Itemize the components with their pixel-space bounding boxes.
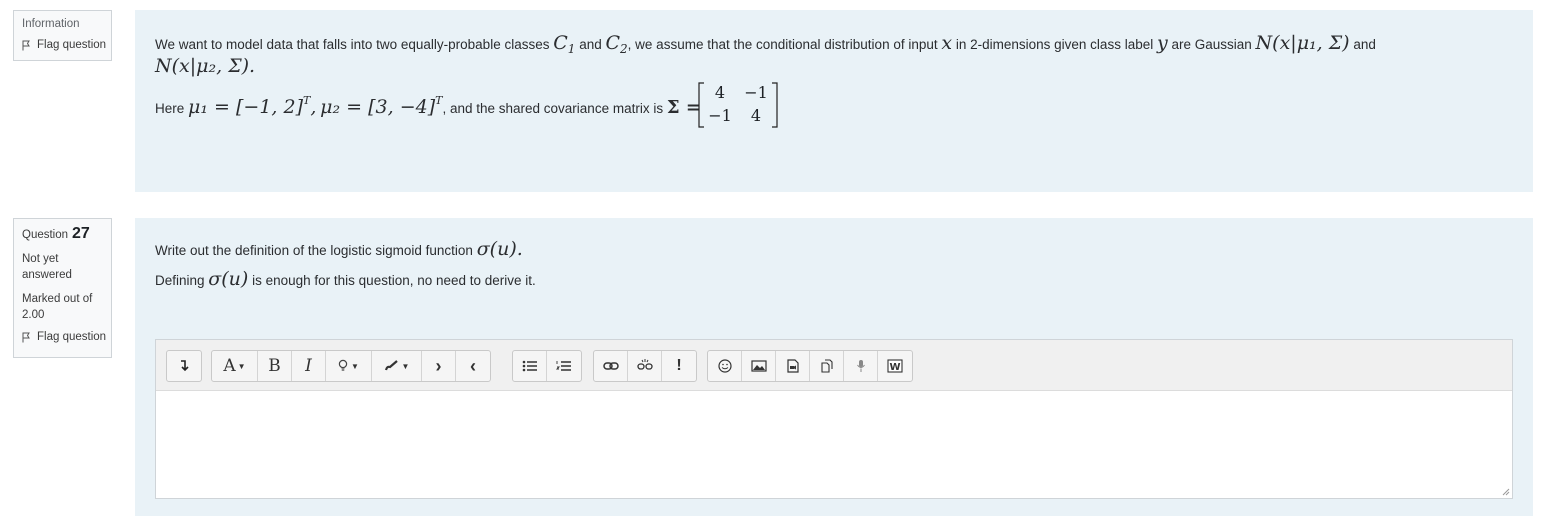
flag-question-link[interactable]: Flag question [22,39,111,51]
question-content: Write out the definition of the logistic… [135,218,1533,516]
exclamation-icon: ! [676,357,682,374]
word-import-button[interactable]: W [878,351,912,381]
here-label: Here [155,101,185,116]
toolbar-group-2: A ▼ B I ▼ ▼ › ‹ [211,350,491,382]
info-line-1: We want to model data that falls into tw… [155,32,1376,56]
indent-icon: › [435,355,442,376]
bold-icon: B [268,356,281,376]
link-icon [602,362,619,370]
editor-toolbar: A ▼ B I ▼ ▼ › ‹ ! W [156,340,1512,391]
chevron-down-icon: ▼ [351,361,359,371]
class-c1: C1 [553,32,576,56]
prompt-line-1: Write out the definition of the logistic… [155,238,523,260]
lightbulb-icon [338,359,348,371]
bold-button[interactable]: B [258,351,292,381]
matrix-cell-11: 4 [714,83,726,102]
info-content: We want to model data that falls into tw… [135,10,1533,192]
info-line-2: N(x|μ₂, Σ). [155,55,255,77]
chevron-down-icon: ▼ [237,361,246,371]
gaussian-2: N(x|μ₂, Σ). [155,55,256,77]
question-number: 27 [72,225,90,242]
question-label: Question [22,229,69,241]
media-icon [786,359,799,373]
image-icon [750,360,767,372]
matrix-cell-22: 4 [750,106,762,125]
question-marked: Marked out of 2.00 [22,293,93,321]
outdent-icon: ‹ [470,355,476,376]
svg-text:W: W [890,362,901,373]
info-and-1: and [579,37,602,52]
prompt-line-2: Defining σ(u) is enough for this questio… [155,268,536,290]
answer-text-area[interactable] [156,391,1512,499]
info-text-a: We want to model data that falls into tw… [155,37,550,52]
matrix-cell-21: −1 [708,106,732,125]
resize-handle-icon[interactable] [1500,486,1510,496]
toolbar-group-1 [166,350,202,382]
unordered-list-icon [522,360,537,372]
label-y: y [1156,32,1168,54]
sigma-equals: Σ = [666,97,701,118]
show-more-button[interactable] [167,351,201,381]
manage-files-icon [820,359,833,373]
answer-editor[interactable]: A ▼ B I ▼ ▼ › ‹ ! W [155,339,1513,499]
ordered-list-button[interactable] [547,351,581,381]
info-line-3: Here μ₁ = [−1, 2]T, μ₂ = [3, −4]T, and t… [155,94,701,118]
unlink-button[interactable] [628,351,662,381]
ordered-list-icon [556,361,571,371]
toolbar-group-3 [512,350,582,382]
chevron-down-icon: ▼ [401,361,410,371]
microphone-icon [856,360,865,372]
question-status: Not yet answered [22,253,72,281]
manage-files-button[interactable] [810,351,844,381]
input-x: x [941,32,953,54]
info-text-b: , we assume that the conditional distrib… [627,37,938,52]
prompt-text-2b: is enough for this question, no need to … [252,273,536,288]
info-side-panel: Information Flag question [13,10,112,61]
font-size-icon: A [223,356,236,376]
emoji-button[interactable] [708,351,742,381]
highlight-button[interactable]: ▼ [372,351,422,381]
style-button[interactable]: ▼ [326,351,372,381]
flag-question-link-27[interactable]: Flag question [22,331,111,343]
italic-button[interactable]: I [292,351,326,381]
question-side-panel: Question 27 Not yet answered Marked out … [13,218,112,358]
flag-question-label: Flag question [37,39,107,51]
flag-question-label: Flag question [37,331,107,343]
outdent-button[interactable]: ‹ [456,351,490,381]
show-more-icon [181,360,189,372]
mu2-expression: μ₂ = [3, −4]T [320,94,443,118]
record-audio-button[interactable] [844,351,878,381]
matrix-cell-12: −1 [744,83,768,102]
unordered-list-button[interactable] [513,351,547,381]
sigma-expression: σ(u). [476,238,523,260]
media-button[interactable] [776,351,810,381]
flag-icon [22,40,30,50]
info-label: Information [22,18,80,30]
toolbar-group-4: ! [593,350,697,382]
class-c2: C2 [605,32,628,56]
indent-button[interactable]: › [422,351,456,381]
mu1-expression: μ₁ = [−1, 2]T, [188,94,317,118]
question-title: Question 27 [22,225,111,243]
unlink-icon [636,359,653,370]
toolbar-group-5: W [707,350,913,382]
info-and-2: and [1353,37,1376,52]
prompt-text-2a: Defining [155,273,205,288]
image-button[interactable] [742,351,776,381]
prompt-text-1: Write out the definition of the logistic… [155,243,473,258]
gaussian-1: N(x|μ₁, Σ) [1255,32,1350,54]
emoji-icon [717,359,732,373]
link-button[interactable] [594,351,628,381]
font-size-button[interactable]: A ▼ [212,351,258,381]
word-import-icon: W [887,359,903,373]
info-text-c: in 2-dimensions given class label [955,37,1154,52]
italic-icon: I [305,356,312,376]
brush-icon [384,360,398,371]
shared-text: , and the shared covariance matrix is [442,101,664,116]
info-text-d: are Gaussian [1171,37,1252,52]
sigma-expression-2: σ(u) [208,268,249,290]
nbsp-button[interactable]: ! [662,351,696,381]
flag-icon [22,332,30,342]
covariance-matrix: 4 −1 −1 4 [698,80,778,130]
